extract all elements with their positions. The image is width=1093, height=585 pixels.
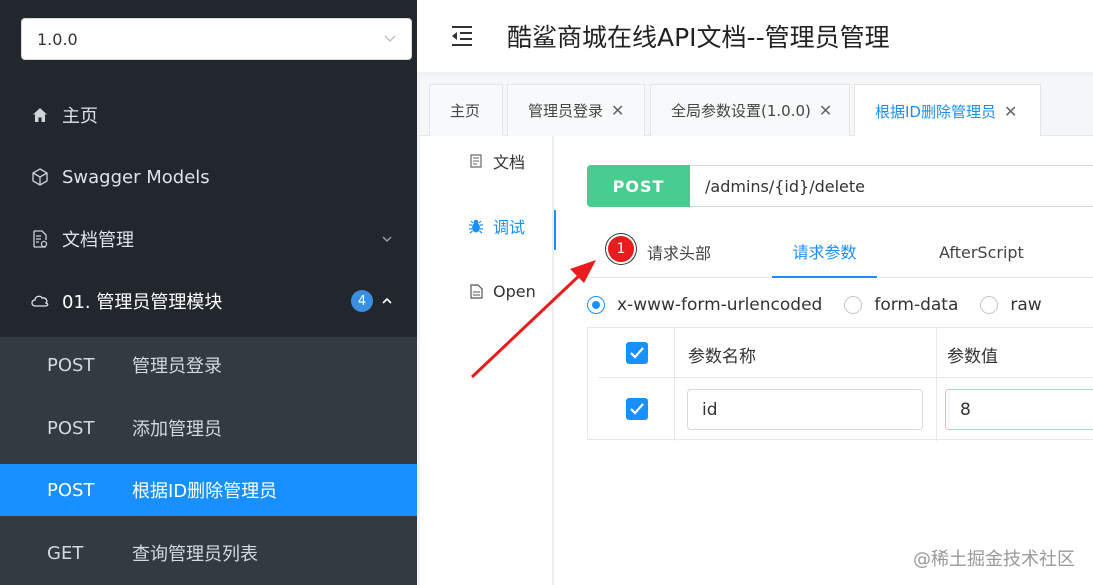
api-method: POST [47,417,95,439]
api-item-admin-login[interactable]: POST 管理员登录 [0,339,417,391]
param-value-input[interactable]: 8 [945,389,1093,430]
version-value: 1.0.0 [37,29,78,49]
api-method: GET [47,542,84,564]
tab-label: 根据ID删除管理员 [875,102,996,121]
row-checkbox[interactable] [626,398,648,420]
tab-label: 管理员登录 [528,102,604,120]
chevron-down-icon [384,35,396,42]
method-button[interactable]: POST [587,165,690,207]
menu-fold-icon[interactable] [450,25,474,47]
tab-label: 主页 [450,102,481,120]
api-label: 查询管理员列表 [132,544,258,565]
chevron-down-icon [382,236,392,242]
home-icon [30,105,50,125]
sidebar-item-label: 文档管理 [62,230,134,251]
app-root: 1.0.0 主页 Swagger Models 文档管理 01. 管理员管理模块… [0,0,1093,585]
radio-label: form-data [874,295,959,315]
api-item-add-admin[interactable]: POST 添加管理员 [0,402,417,454]
sidebar: 1.0.0 主页 Swagger Models 文档管理 01. 管理员管理模块… [0,0,417,585]
radio-urlencoded[interactable]: x-www-form-urlencoded [587,295,822,315]
api-label: 根据ID删除管理员 [132,481,278,502]
menu-item-debug[interactable]: 调试 [420,206,556,250]
annotation-arrow [470,260,596,379]
api-item-list-admins[interactable]: GET 查询管理员列表 [0,527,417,579]
table-header-row: 参数名称 参数值 [598,328,1093,378]
column-header-value: 参数值 [947,347,998,367]
close-icon[interactable]: ✕ [1004,102,1017,121]
subtab-label: AfterScript [939,242,1024,262]
sidebar-item-label: Swagger Models [62,166,210,188]
close-icon[interactable]: ✕ [819,101,832,120]
subtab-label: 请求头部 [647,244,712,263]
subtab-label: 请求参数 [792,243,857,262]
column-divider [674,328,675,378]
sidebar-item-label: 主页 [62,106,98,127]
api-list: POST 管理员登录 POST 添加管理员 POST 根据ID删除管理员 GET… [0,337,417,585]
menu-item-doc[interactable]: 文档 [420,141,554,181]
url-input[interactable]: /admins/{id}/delete [705,177,865,196]
menu-item-label: 调试 [493,218,526,237]
sidebar-item-home[interactable]: 主页 [0,84,417,146]
tab-request-headers[interactable]: 请求头部 [647,226,711,278]
tab-bar: 主页 管理员登录 ✕ 全局参数设置(1.0.0) ✕ 根据ID删除管理员 ✕ [420,76,1093,137]
radio-label: raw [1010,295,1042,315]
watermark: @稀土掘金技术社区 [913,549,1075,570]
chevron-up-icon [382,297,392,304]
radio-circle [980,296,999,314]
doc-settings-icon [30,229,50,249]
select-all-checkbox[interactable] [626,342,648,364]
cube-icon [30,167,50,187]
tab-admin-login[interactable]: 管理员登录 ✕ [507,84,645,136]
radio-circle [844,296,863,314]
api-method: POST [47,354,95,376]
column-divider [936,328,937,378]
radio-label: x-www-form-urlencoded [617,295,823,315]
tab-request-params[interactable]: 请求参数 [772,226,877,278]
tab-afterscript[interactable]: AfterScript [939,226,1024,278]
column-divider [936,378,937,441]
bug-icon [467,218,485,234]
api-label: 管理员登录 [132,356,222,377]
tab-label: 全局参数设置(1.0.0) [671,102,811,120]
count-badge: 4 [351,290,373,312]
sidebar-item-doc-management[interactable]: 文档管理 [0,208,417,270]
tab-delete-admin[interactable]: 根据ID删除管理员 ✕ [854,84,1041,137]
request-url-bar: POST /admins/{id}/delete [587,165,1093,207]
column-divider [674,378,675,441]
table-row: id 8 [598,378,1093,441]
menu-item-label: 文档 [493,153,526,172]
api-label: 添加管理员 [132,419,222,440]
params-table: 参数名称 参数值 id 8 [587,327,1093,441]
sidebar-item-label: 01. 管理员管理模块 [62,292,223,313]
document-icon [467,154,485,168]
tab-global-params[interactable]: 全局参数设置(1.0.0) ✕ [650,84,850,136]
top-header: 酷鲨商城在线API文档--管理员管理 [417,0,1093,72]
param-name-input[interactable]: id [687,389,923,430]
cloud-icon [30,291,50,311]
tab-home[interactable]: 主页 [429,84,503,136]
body-type-radios: x-www-form-urlencoded form-data raw [587,291,1064,319]
radio-form-data[interactable]: form-data [844,295,958,315]
version-select[interactable]: 1.0.0 [21,18,412,60]
page-title: 酷鲨商城在线API文档--管理员管理 [507,23,890,52]
sidebar-item-swagger-models[interactable]: Swagger Models [0,146,417,208]
radio-raw[interactable]: raw [980,295,1042,315]
api-item-delete-admin[interactable]: POST 根据ID删除管理员 [0,464,417,516]
api-method: POST [47,479,95,501]
close-icon[interactable]: ✕ [611,101,624,120]
sidebar-item-admin-module[interactable]: 01. 管理员管理模块 4 [0,270,417,332]
column-header-name: 参数名称 [688,347,756,367]
request-subtabs: 请求头部 请求参数 AfterScript [587,226,1093,278]
